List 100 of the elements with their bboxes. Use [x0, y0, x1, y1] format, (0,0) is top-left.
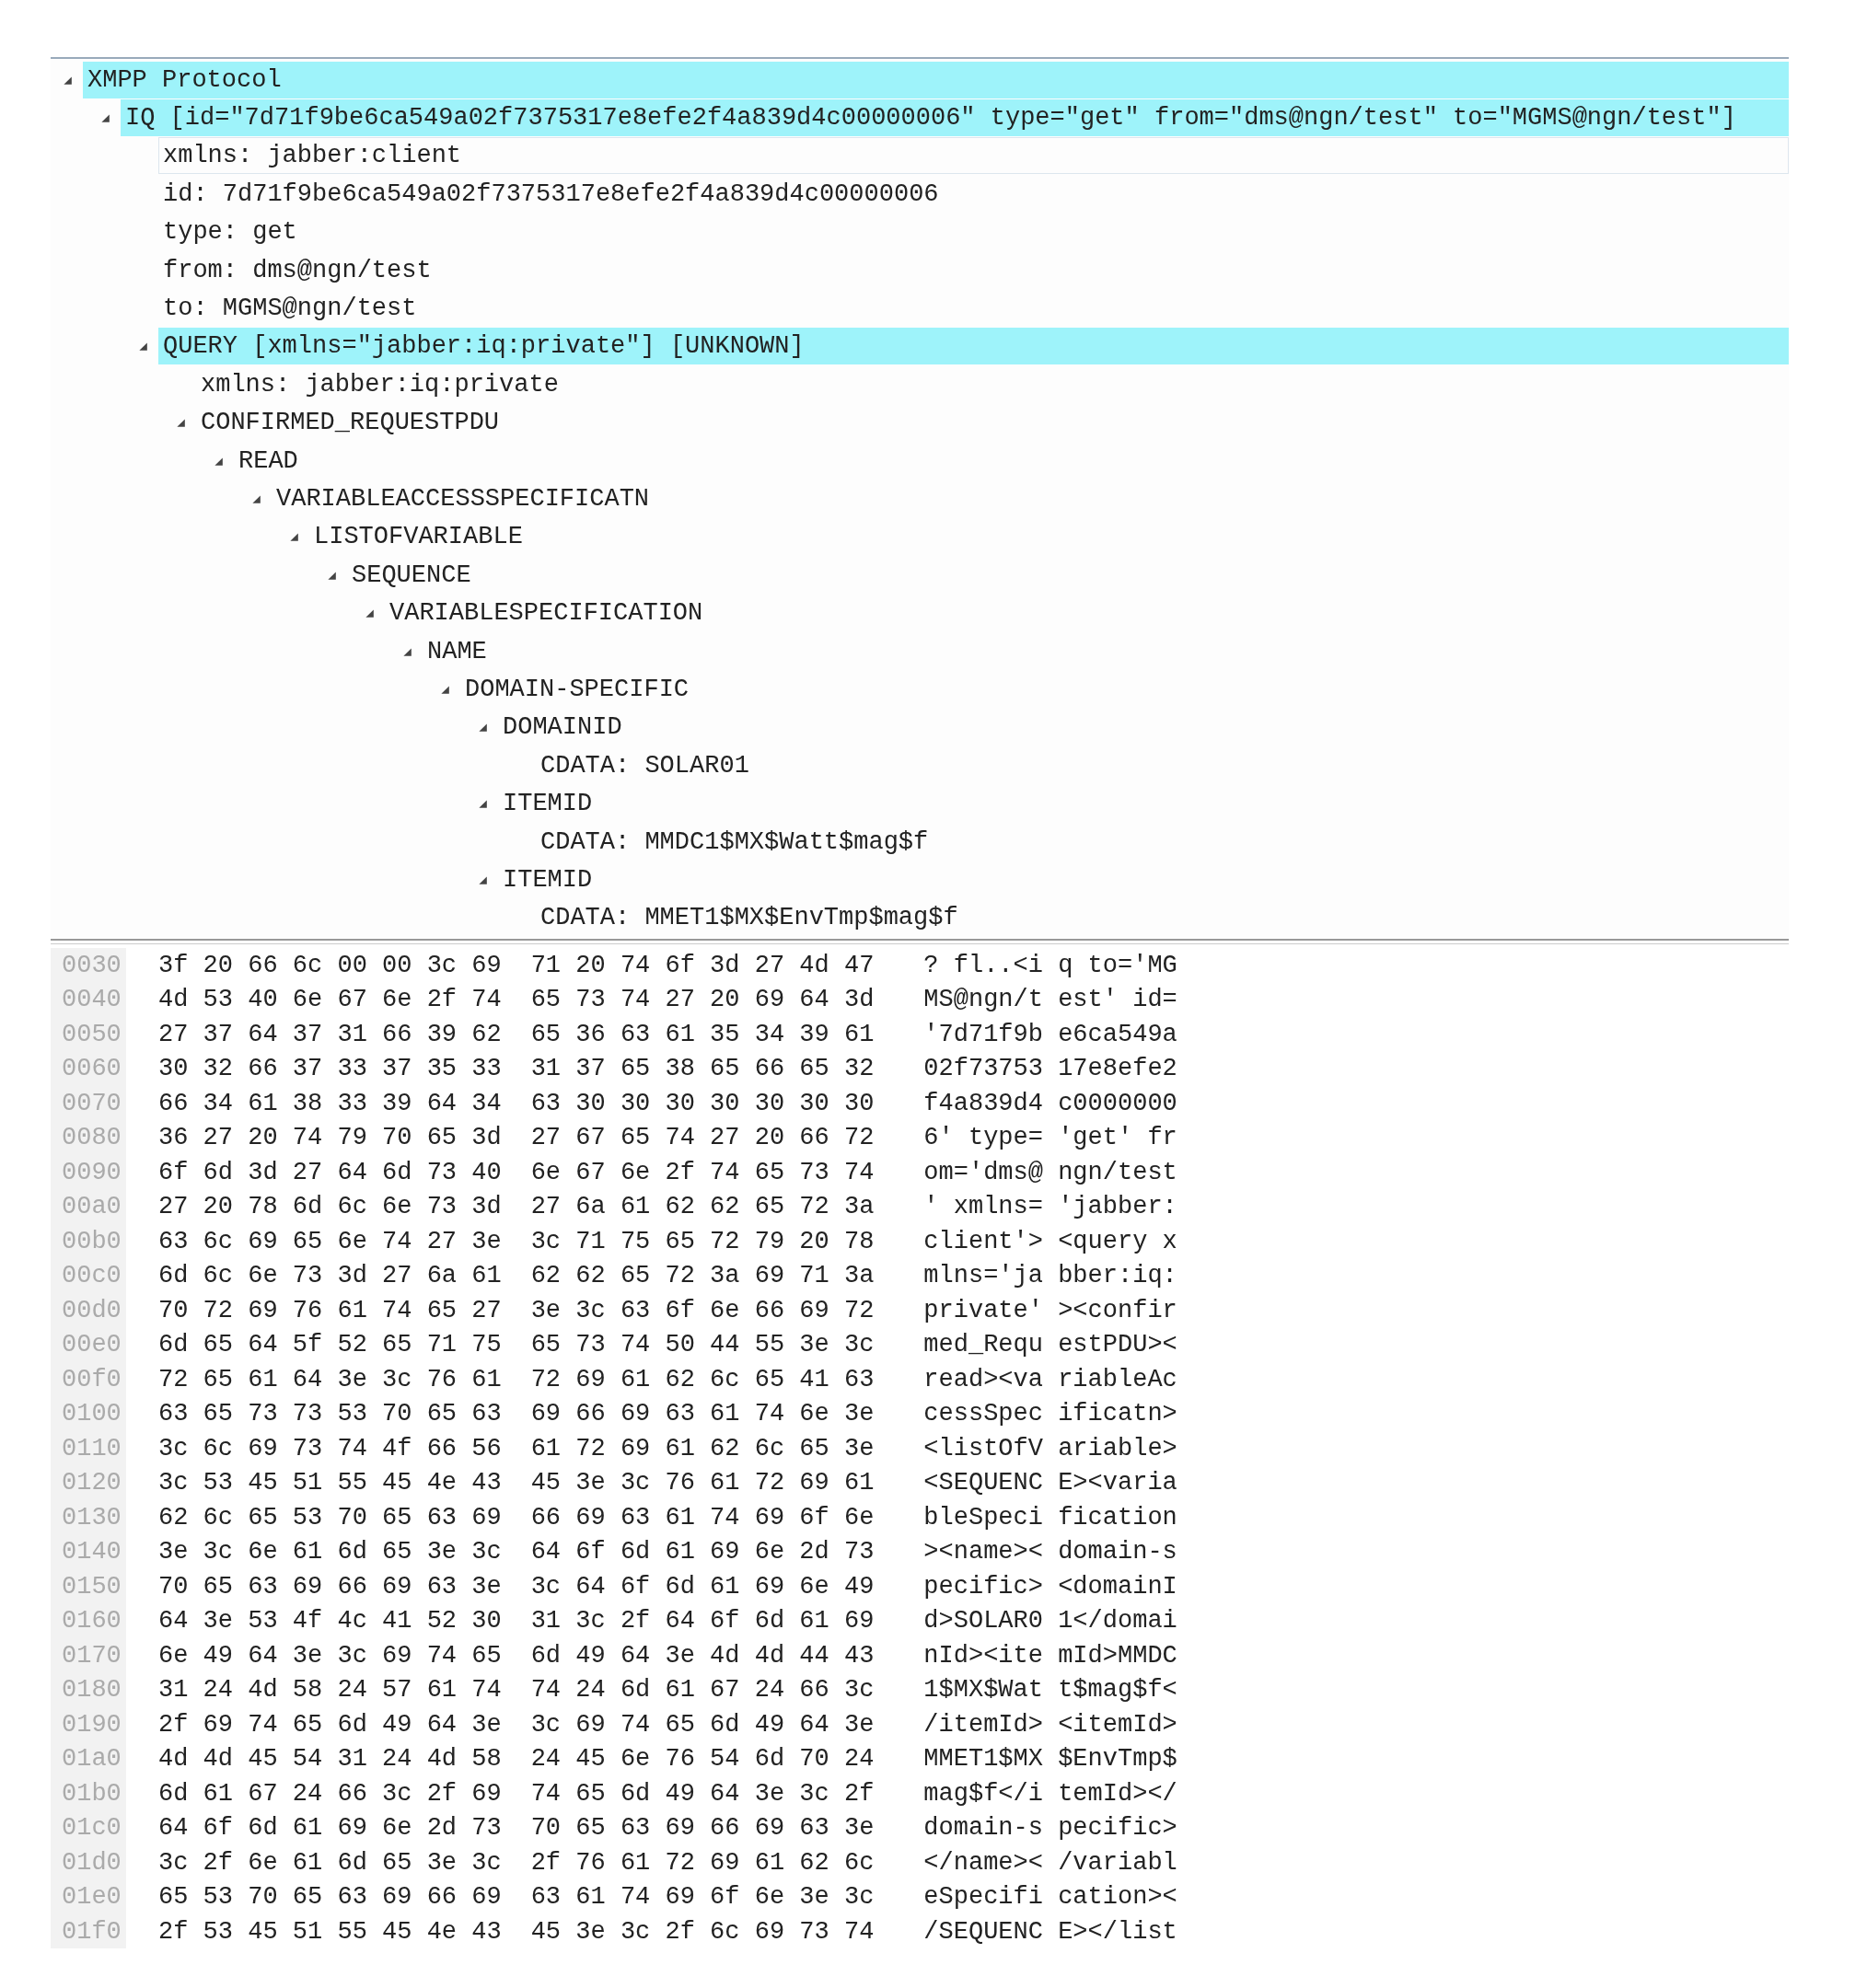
hex-bytes: 6d 61 67 24 66 3c 2f 69 [158, 1779, 502, 1808]
tree-item[interactable]: QUERY [xmlns="jabber:iq:private"] [UNKNOWN] [158, 328, 1789, 365]
offset-label: 01e0 [51, 1879, 126, 1914]
hex-bytes: 2f 69 74 65 6d 49 64 3e [158, 1710, 502, 1739]
collapse-arrow-icon[interactable] [364, 607, 375, 619]
hex-bytes: 70 65 63 69 66 69 63 3e [158, 1572, 502, 1601]
hex-bytes: 6d 49 64 3e 4d 4d 44 43 [530, 1641, 875, 1670]
hex-bytes: 64 6f 6d 61 69 6e 2d 73 [530, 1538, 875, 1566]
hex-bytes: 64 6f 6d 61 69 6e 2d 73 [158, 1814, 502, 1843]
tree-item[interactable]: DOMAIN-SPECIFIC [460, 670, 1789, 708]
tree-item[interactable]: type: get [158, 214, 1789, 251]
hex-bytes: 74 65 6d 49 64 3e 3c 2f [530, 1779, 875, 1808]
hex-bytes: 30 32 66 37 33 37 35 33 [158, 1055, 502, 1083]
tree-item[interactable]: from: dms@ngn/test [158, 251, 1789, 289]
offset-label: 01f0 [51, 1914, 126, 1949]
collapse-arrow-icon[interactable] [137, 341, 148, 353]
hex-bytes: 65 73 74 27 20 69 64 3d [530, 986, 875, 1014]
offset-label: 0130 [51, 1500, 126, 1535]
hex-bytes: 6e 49 64 3e 3c 69 74 65 [158, 1641, 502, 1670]
tree-item[interactable]: CDATA: SOLAR01 [536, 746, 1789, 784]
tree-item[interactable]: XMPP Protocol [83, 61, 1789, 98]
hex-bytes: 36 27 20 74 79 70 65 3d [158, 1124, 502, 1152]
hex-bytes: 2f 76 61 72 69 61 62 6c [530, 1848, 875, 1877]
tree-item[interactable]: IQ [id="7d71f9be6ca549a02f7375317e8efe2f4a839d4c00000006" type="get" from="dms@ngn/test" to="MGMS@ngn/test"] [121, 99, 1789, 137]
hex-bytes: 63 30 30 30 30 30 30 30 [530, 1089, 875, 1117]
hex-bytes: 3e 3c 63 6f 6e 66 69 72 [530, 1296, 875, 1324]
ascii-text: <SEQUENC E><varia [923, 1469, 1177, 1497]
ascii-text: 6' type= 'get' fr [923, 1124, 1177, 1152]
hex-bytes: 3c 71 75 65 72 79 20 78 [530, 1227, 875, 1255]
offset-label: 0060 [51, 1051, 126, 1086]
tree-item[interactable]: ITEMID [498, 785, 1789, 823]
collapse-arrow-icon[interactable] [477, 722, 488, 734]
hex-bytes: 6d 65 64 5f 52 65 71 75 [158, 1331, 502, 1359]
hex-bytes: 3f 20 66 6c 00 00 3c 69 [158, 951, 502, 979]
ascii-text: MMET1$MX $EnvTmp$ [923, 1745, 1177, 1774]
offset-label: 0140 [51, 1534, 126, 1569]
tree-item[interactable]: xmlns: jabber:client [158, 137, 1789, 175]
ascii-text: nId><ite mId>MMDC [923, 1641, 1177, 1670]
hex-bytes: 69 66 69 63 61 74 6e 3e [530, 1400, 875, 1428]
ascii-text: med_Requ estPDU>< [923, 1331, 1177, 1359]
hex-bytes: 3c 69 74 65 6d 49 64 3e [530, 1710, 875, 1739]
hex-bytes: 31 37 65 38 65 66 65 32 [530, 1055, 875, 1083]
hex-bytes: 3c 64 6f 6d 61 69 6e 49 [530, 1572, 875, 1601]
hex-bytes: 66 34 61 38 33 39 64 34 [158, 1089, 502, 1117]
ascii-text: 1$MX$Wat t$mag$f< [923, 1676, 1177, 1705]
hex-bytes: 65 73 74 50 44 55 3e 3c [530, 1331, 875, 1359]
tree-item[interactable]: READ [234, 442, 1789, 480]
ascii-text: pecific> <domainI [923, 1572, 1177, 1601]
hex-bytes: 62 62 65 72 3a 69 71 3a [530, 1262, 875, 1290]
ascii-text: mag$f</i temId></ [923, 1779, 1177, 1808]
ascii-text: ? fl..<i q to='MG [923, 951, 1177, 979]
offset-label: 0120 [51, 1465, 126, 1500]
tree-item[interactable]: LISTOFVARIABLE [309, 518, 1789, 556]
tree-item[interactable]: ITEMID [498, 861, 1789, 898]
offset-label: 0110 [51, 1431, 126, 1466]
tree-item[interactable]: CONFIRMED_REQUESTPDU [196, 404, 1789, 442]
hex-bytes: 64 3e 53 4f 4c 41 52 30 [158, 1607, 502, 1635]
hex-bytes: 3c 53 45 51 55 45 4e 43 [158, 1469, 502, 1497]
hex-bytes: 72 69 61 62 6c 65 41 63 [530, 1365, 875, 1393]
hex-bytes: 3e 3c 6e 61 6d 65 3e 3c [158, 1538, 502, 1566]
hex-bytes: 65 36 63 61 35 34 39 61 [530, 1020, 875, 1048]
tree-item[interactable]: DOMAINID [498, 709, 1789, 746]
ascii-text: cessSpec ificatn> [923, 1400, 1177, 1428]
ascii-text: d>SOLAR0 1</domai [923, 1607, 1177, 1635]
hex-bytes: 27 37 64 37 31 66 39 62 [158, 1020, 502, 1048]
tree-item[interactable]: SEQUENCE [347, 556, 1789, 594]
hex-bytes: 27 67 65 74 27 20 66 72 [530, 1124, 875, 1152]
offset-label: 0070 [51, 1086, 126, 1121]
collapse-arrow-icon[interactable] [477, 798, 488, 810]
tree-item[interactable]: NAME [423, 632, 1789, 670]
ascii-text: read><va riableAc [923, 1365, 1177, 1393]
offset-label: 0170 [51, 1638, 126, 1673]
hex-bytes: 61 72 69 61 62 6c 65 3e [530, 1434, 875, 1462]
offset-label: 0050 [51, 1017, 126, 1052]
collapse-arrow-icon[interactable] [288, 531, 299, 543]
hex-bytes: 31 24 4d 58 24 57 61 74 [158, 1676, 502, 1705]
offset-label: 0190 [51, 1707, 126, 1742]
offset-label: 00f0 [51, 1362, 126, 1397]
tree-item[interactable]: CDATA: MMDC1$MX$Watt$mag$f [536, 823, 1789, 861]
tree-item[interactable]: VARIABLEACCESSSPECIFICATN [272, 480, 1789, 517]
ascii-text: mlns='ja bber:iq: [923, 1262, 1177, 1290]
offset-label: 01b0 [51, 1776, 126, 1811]
ascii-text: MS@ngn/t est' id= [923, 986, 1177, 1014]
collapse-arrow-icon[interactable] [99, 112, 110, 124]
hex-bytes: 27 20 78 6d 6c 6e 73 3d [158, 1193, 502, 1221]
tree-item[interactable]: to: MGMS@ngn/test [158, 290, 1789, 328]
ascii-text: client'> <query x [923, 1227, 1177, 1255]
collapse-arrow-icon[interactable] [175, 417, 186, 429]
hex-bytes: 6d 6c 6e 73 3d 27 6a 61 [158, 1262, 502, 1290]
hex-bytes: 62 6c 65 53 70 65 63 69 [158, 1503, 502, 1531]
hex-bytes: 45 3e 3c 2f 6c 69 73 74 [530, 1917, 875, 1946]
tree-item[interactable]: VARIABLESPECIFICATION [385, 595, 1789, 632]
collapse-arrow-icon[interactable] [250, 493, 261, 504]
hex-bytes: 65 53 70 65 63 69 66 69 [158, 1883, 502, 1912]
tree-item[interactable]: CDATA: MMET1$MX$EnvTmp$mag$f [536, 899, 1789, 937]
hex-bytes: 3c 6c 69 73 74 4f 66 56 [158, 1434, 502, 1462]
ascii-text: bleSpeci fication [923, 1503, 1177, 1531]
offset-label: 00e0 [51, 1327, 126, 1362]
tree-item[interactable]: xmlns: jabber:iq:private [196, 365, 1789, 403]
tree-item[interactable]: id: 7d71f9be6ca549a02f7375317e8efe2f4a839d4c00000006 [158, 175, 1789, 213]
